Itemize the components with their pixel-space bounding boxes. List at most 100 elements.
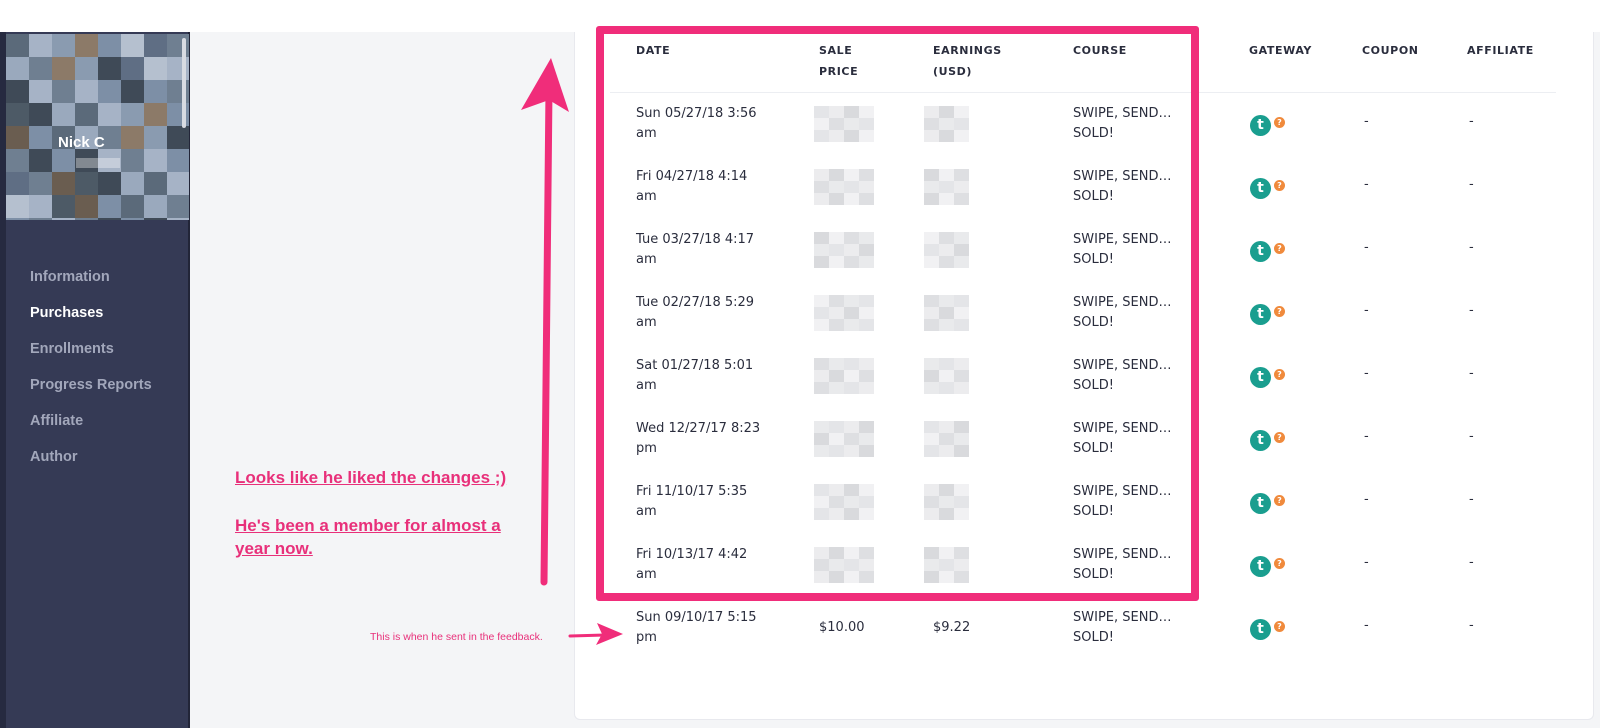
header-earnings[interactable]: EARNINGS (USD) (933, 40, 1002, 82)
cell-date-line-1: Tue 02/27/18 5:29 (636, 295, 755, 310)
redacted-pixel (829, 496, 844, 508)
redacted-pixel (844, 382, 859, 394)
redacted-pixel (859, 295, 874, 307)
redacted-pixel (844, 370, 859, 382)
redacted-pixel (859, 244, 874, 256)
cell-course[interactable]: SWIPE, SEND… SOLD! (1073, 356, 1183, 396)
cell-course[interactable]: SWIPE, SEND… SOLD! (1073, 419, 1183, 459)
cell-date: Fri 11/10/17 5:35 am (636, 482, 786, 522)
redacted-pixel (954, 319, 969, 331)
cell-date-line-1: Sun 05/27/18 3:56 (636, 106, 757, 121)
cell-course[interactable]: SWIPE, SEND… SOLD! (1073, 545, 1183, 585)
cell-sale-price-redacted (814, 358, 874, 394)
redacted-pixel (859, 319, 874, 331)
table-row[interactable]: Sun 09/10/17 5:15 pm $10.00 $9.22 SWIPE, SEN… (0, 598, 1600, 661)
cell-course[interactable]: SWIPE, SEND… SOLD! (1073, 104, 1183, 144)
redacted-pixel (814, 421, 829, 433)
cell-date-line-1: Wed 12/27/17 8:23 (636, 421, 761, 436)
redacted-pixel (924, 244, 939, 256)
gateway-help-icon[interactable]: ? (1274, 243, 1285, 254)
gateway-help-icon[interactable]: ? (1274, 117, 1285, 128)
redacted-pixel (939, 295, 954, 307)
cell-course-line-2: SOLD! (1073, 252, 1114, 267)
redacted-pixel (954, 307, 969, 319)
annotation-feedback-note: This is when he sent in the feedback. (370, 631, 543, 643)
table-row[interactable]: Wed 12/27/17 8:23 pm SWIPE, SEND… SOLD! t? - - (0, 409, 1600, 472)
avatar-mosaic-tile (98, 34, 121, 57)
redacted-pixel (814, 169, 829, 181)
table-row[interactable]: Tue 02/27/18 5:29 am SWIPE, SEND… SOLD! t? - - (0, 283, 1600, 346)
gateway-help-icon[interactable]: ? (1274, 495, 1285, 506)
redacted-pixel (859, 256, 874, 268)
redacted-pixel (954, 445, 969, 457)
table-row[interactable]: Tue 03/27/18 4:17 am SWIPE, SEND… SOLD! t? - - (0, 220, 1600, 283)
redacted-pixel (859, 433, 874, 445)
gateway-help-icon[interactable]: ? (1274, 180, 1285, 191)
redacted-pixel (954, 370, 969, 382)
gateway-teachable-icon[interactable]: t (1250, 178, 1271, 199)
redacted-pixel (829, 130, 844, 142)
redacted-pixel (814, 433, 829, 445)
gateway-teachable-icon[interactable]: t (1250, 241, 1271, 262)
cell-course[interactable]: SWIPE, SEND… SOLD! (1073, 167, 1183, 207)
cell-coupon: - (1364, 303, 1369, 318)
redacted-pixel (939, 421, 954, 433)
redacted-pixel (844, 130, 859, 142)
cell-date: Fri 04/27/18 4:14 am (636, 167, 786, 207)
cell-affiliate: - (1469, 177, 1474, 192)
header-date[interactable]: DATE (636, 40, 670, 61)
cell-course[interactable]: SWIPE, SEND… SOLD! (1073, 293, 1183, 333)
cell-course[interactable]: SWIPE, SEND… SOLD! (1073, 482, 1183, 522)
redacted-pixel (829, 433, 844, 445)
table-row[interactable]: Fri 04/27/18 4:14 am SWIPE, SEND… SOLD! t? - - (0, 157, 1600, 220)
redacted-pixel (829, 445, 844, 457)
redacted-pixel (844, 547, 859, 559)
redacted-pixel (939, 382, 954, 394)
redacted-pixel (859, 496, 874, 508)
redacted-pixel (829, 484, 844, 496)
gateway-help-icon[interactable]: ? (1274, 369, 1285, 380)
avatar-mosaic-tile (6, 57, 29, 80)
gateway-teachable-icon[interactable]: t (1250, 556, 1271, 577)
header-course[interactable]: COURSE (1073, 40, 1127, 61)
header-gateway[interactable]: GATEWAY (1249, 40, 1312, 61)
redacted-pixel (829, 232, 844, 244)
cell-course[interactable]: SWIPE, SEND… SOLD! (1073, 608, 1183, 648)
redacted-pixel (924, 118, 939, 130)
redacted-pixel (954, 193, 969, 205)
redacted-pixel (814, 319, 829, 331)
cell-date-line-1: Tue 03/27/18 4:17 (636, 232, 755, 247)
table-row[interactable]: Sun 05/27/18 3:56 am SWIPE, SEND… SOLD! t? - - (0, 94, 1600, 157)
redacted-pixel (814, 382, 829, 394)
cell-affiliate: - (1469, 555, 1474, 570)
header-coupon[interactable]: COUPON (1362, 40, 1419, 61)
avatar-mosaic-tile (52, 57, 75, 80)
cell-affiliate: - (1469, 303, 1474, 318)
header-sale-price[interactable]: SALE PRICE (819, 40, 858, 82)
redacted-pixel (954, 232, 969, 244)
redacted-pixel (829, 382, 844, 394)
redacted-pixel (924, 106, 939, 118)
redacted-pixel (859, 130, 874, 142)
gateway-teachable-icon[interactable]: t (1250, 115, 1271, 136)
gateway-teachable-icon[interactable]: t (1250, 367, 1271, 388)
redacted-pixel (954, 571, 969, 583)
cell-course[interactable]: SWIPE, SEND… SOLD! (1073, 230, 1183, 270)
cell-date-line-2: pm (636, 630, 657, 645)
gateway-help-icon[interactable]: ? (1274, 621, 1285, 632)
redacted-pixel (814, 571, 829, 583)
header-affiliate[interactable]: AFFILIATE (1467, 40, 1534, 61)
gateway-help-icon[interactable]: ? (1274, 306, 1285, 317)
gateway-help-icon[interactable]: ? (1274, 558, 1285, 569)
table-row[interactable]: Sat 01/27/18 5:01 am SWIPE, SEND… SOLD! t? - - (0, 346, 1600, 409)
redacted-pixel (814, 181, 829, 193)
gateway-help-icon[interactable]: ? (1274, 432, 1285, 443)
gateway-teachable-icon[interactable]: t (1250, 619, 1271, 640)
redacted-pixel (939, 496, 954, 508)
cell-date-line-2: am (636, 378, 657, 393)
gateway-teachable-icon[interactable]: t (1250, 493, 1271, 514)
gateway-teachable-icon[interactable]: t (1250, 304, 1271, 325)
redacted-pixel (954, 484, 969, 496)
redacted-pixel (829, 358, 844, 370)
gateway-teachable-icon[interactable]: t (1250, 430, 1271, 451)
